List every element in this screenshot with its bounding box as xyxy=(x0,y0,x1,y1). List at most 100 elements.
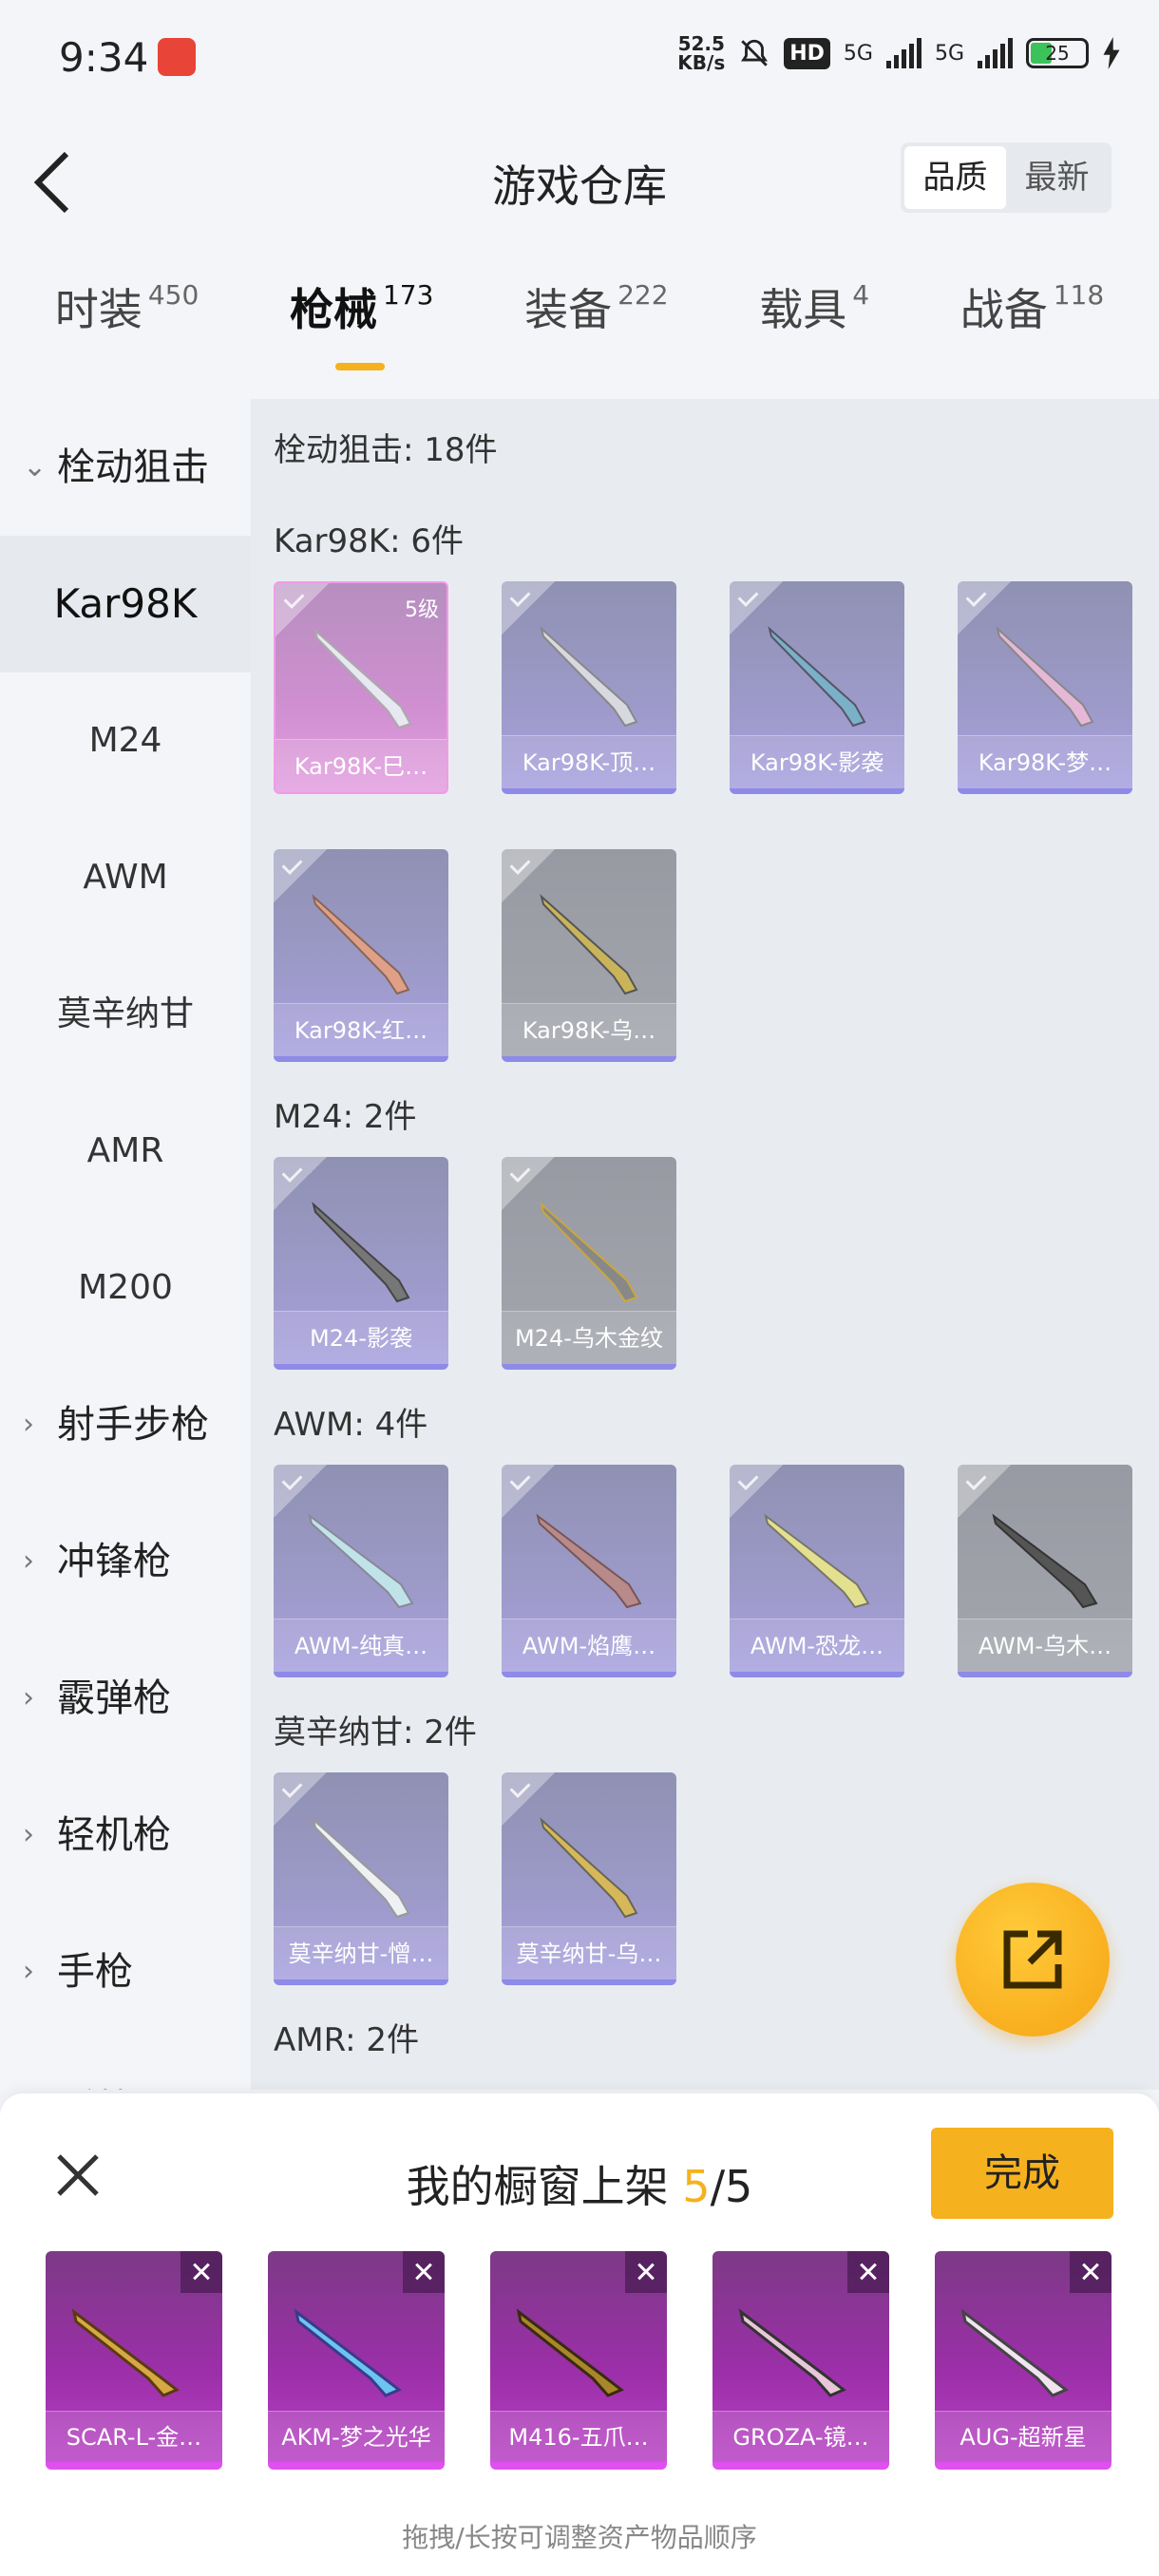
section-header: 莫辛纳甘: 2件 xyxy=(274,1714,477,1752)
item-name: M24-乌木金纹 xyxy=(502,1311,676,1364)
item-name: AWM-纯真… xyxy=(274,1619,448,1672)
showcase-slot[interactable]: SCAR-L-金… xyxy=(46,2251,222,2470)
status-icons: 52.5 KB/s HD 5G 5G 25 xyxy=(677,34,1121,72)
sidebar-group-smg[interactable]: › 冲锋枪 xyxy=(0,1493,251,1630)
category-tabs: 时装 450 枪械 173 装备 222 载具 4 战备 118 xyxy=(0,275,1159,389)
rifle-icon xyxy=(312,1202,410,1303)
item-card[interactable]: M24-影袭 xyxy=(274,1157,448,1370)
item-card[interactable]: 5级 Kar98K-巳… xyxy=(274,581,448,794)
item-name: AWM-焰鹰… xyxy=(502,1619,676,1672)
charging-icon xyxy=(1103,37,1120,69)
battery-icon: 25 xyxy=(1026,38,1089,68)
showcase-count: 5 xyxy=(682,2161,711,2212)
chevron-right-icon: › xyxy=(23,1544,34,1578)
status-bar: 9:34 52.5 KB/s HD 5G 5G 25 xyxy=(0,0,1159,114)
share-button[interactable] xyxy=(956,1883,1110,2036)
chevron-down-icon: ⌄ xyxy=(23,450,48,483)
mute-bell-icon xyxy=(741,39,769,66)
sidebar-group-dmr[interactable]: › 射手步枪 xyxy=(0,1356,251,1493)
showcase-slot[interactable]: AUG-超新星 xyxy=(935,2251,1112,2470)
sort-latest-button[interactable]: 最新 xyxy=(1006,146,1108,209)
status-time: 9:34 xyxy=(59,34,149,81)
item-name: Kar98K-乌… xyxy=(502,1003,676,1056)
sidebar-group-melee[interactable]: ›近战 xyxy=(0,2040,251,2090)
tab-vehicles[interactable]: 载具 4 xyxy=(759,275,869,389)
tab-guns[interactable]: 枪械 173 xyxy=(290,275,433,389)
item-name: AWM-恐龙… xyxy=(730,1619,904,1672)
rifle-icon xyxy=(540,1817,638,1919)
item-card[interactable]: AWM-纯真… xyxy=(274,1465,448,1677)
sidebar-group-bolt-action[interactable]: ⌄ 栓动狙击 xyxy=(0,399,251,536)
item-card[interactable]: Kar98K-梦… xyxy=(958,581,1132,794)
chevron-right-icon: › xyxy=(23,2040,34,2090)
rifle-icon xyxy=(764,1513,870,1609)
item-card[interactable]: M24-乌木金纹 xyxy=(502,1157,676,1370)
rifle-icon xyxy=(536,1513,642,1609)
hd-badge: HD xyxy=(784,37,830,69)
rifle-icon xyxy=(314,628,412,729)
sidebar-item-m200[interactable]: M200 xyxy=(0,1220,251,1356)
sidebar-item-m24[interactable]: M24 xyxy=(0,672,251,809)
item-name: Kar98K-巳… xyxy=(276,739,446,792)
showcase-slot[interactable]: AKM-梦之光华 xyxy=(268,2251,445,2470)
item-card[interactable]: 莫辛纳甘-乌… xyxy=(502,1772,676,1985)
signal-icon-2 xyxy=(978,38,1013,68)
item-card[interactable]: AWM-乌木… xyxy=(958,1465,1132,1677)
network-type-2: 5G xyxy=(934,41,964,66)
item-card[interactable]: Kar98K-影袭 xyxy=(730,581,904,794)
sidebar-group-lmg[interactable]: › 轻机枪 xyxy=(0,1767,251,1904)
item-card[interactable]: Kar98K-红… xyxy=(274,849,448,1062)
showcase-slot[interactable]: M416-五爪… xyxy=(490,2251,667,2470)
item-card[interactable]: Kar98K-乌… xyxy=(502,849,676,1062)
app-notification-icon xyxy=(158,38,196,76)
reorder-hint: 拖拽/长按可调整资产物品顺序 xyxy=(402,2522,757,2553)
rifle-icon xyxy=(308,1513,414,1609)
category-header: 栓动狙击: 18件 xyxy=(274,431,498,469)
sidebar-item-mosin[interactable]: 莫辛纳甘 xyxy=(0,946,251,1083)
signal-icon xyxy=(885,38,922,68)
item-grid: 栓动狙击: 18件 Kar98K: 6件 5级 Kar98K-巳… Kar98K… xyxy=(251,399,1159,2090)
section-header: AMR: 2件 xyxy=(274,2021,420,2059)
rifle-icon xyxy=(540,626,638,728)
slot-item-name: M416-五爪… xyxy=(490,2411,667,2462)
chevron-right-icon: › xyxy=(23,1681,34,1714)
section-header: M24: 2件 xyxy=(274,1098,417,1136)
item-name: 莫辛纳甘-乌… xyxy=(502,1926,676,1979)
item-card[interactable]: AWM-恐龙… xyxy=(730,1465,904,1677)
done-button[interactable]: 完成 xyxy=(931,2128,1113,2219)
sort-quality-button[interactable]: 品质 xyxy=(904,146,1006,209)
rifle-icon xyxy=(312,1817,410,1919)
sidebar: ⌄ 栓动狙击 Kar98K M24 AWM 莫辛纳甘 AMR M200 › 射手步… xyxy=(0,399,251,2090)
sidebar-group-pistol[interactable]: › 手枪 xyxy=(0,1904,251,2040)
sidebar-item-awm[interactable]: AWM xyxy=(0,809,251,946)
tab-supplies[interactable]: 战备 118 xyxy=(960,275,1104,389)
showcase-panel: 我的橱窗上架 5/5 完成 SCAR-L-金… AKM-梦之光华 M416-五爪… xyxy=(0,2093,1159,2576)
rifle-icon xyxy=(294,2308,402,2397)
network-type-1: 5G xyxy=(843,41,873,66)
chevron-right-icon: › xyxy=(23,1818,34,1851)
item-name: Kar98K-梦… xyxy=(958,735,1132,788)
rifle-icon xyxy=(992,1513,1098,1609)
rifle-icon xyxy=(516,2308,624,2397)
tab-equipment[interactable]: 装备 222 xyxy=(524,275,668,389)
item-card[interactable]: Kar98K-顶… xyxy=(502,581,676,794)
item-name: Kar98K-影袭 xyxy=(730,735,904,788)
showcase-slot[interactable]: GROZA-镜… xyxy=(712,2251,889,2470)
item-name: 莫辛纳甘-憎… xyxy=(274,1926,448,1979)
section-header: Kar98K: 6件 xyxy=(274,522,464,560)
item-card[interactable]: AWM-焰鹰… xyxy=(502,1465,676,1677)
share-icon xyxy=(1003,1930,1062,1989)
item-card[interactable]: 莫辛纳甘-憎… xyxy=(274,1772,448,1985)
sidebar-item-kar98k[interactable]: Kar98K xyxy=(0,536,251,672)
rifle-icon xyxy=(996,626,1094,728)
sidebar-group-shotgun[interactable]: › 霰弹枪 xyxy=(0,1630,251,1767)
slot-item-name: AKM-梦之光华 xyxy=(268,2411,445,2462)
chevron-right-icon: › xyxy=(23,1955,34,1988)
rifle-icon xyxy=(312,894,410,995)
slot-item-name: GROZA-镜… xyxy=(712,2411,889,2462)
sidebar-item-amr[interactable]: AMR xyxy=(0,1083,251,1220)
rifle-icon xyxy=(71,2308,180,2397)
rifle-icon xyxy=(768,626,866,728)
tab-fashion[interactable]: 时装 450 xyxy=(55,275,199,389)
item-name: Kar98K-顶… xyxy=(502,735,676,788)
